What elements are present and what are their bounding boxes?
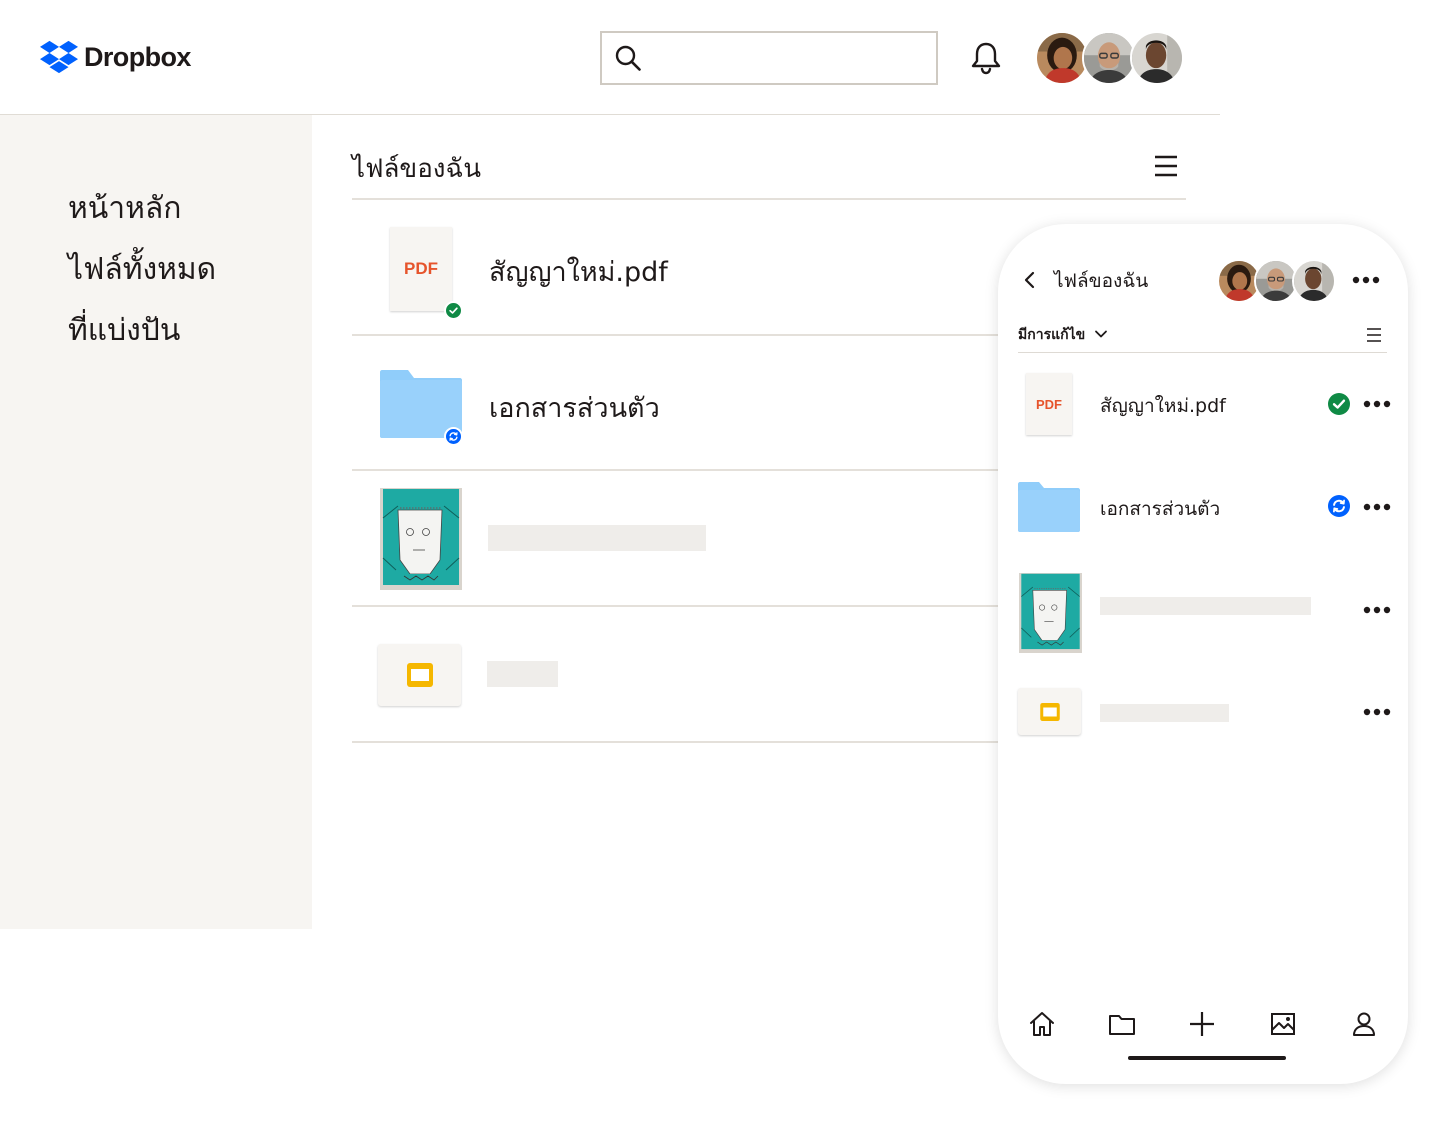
slides-file-icon xyxy=(378,644,461,706)
avatar-woman[interactable] xyxy=(1035,31,1089,85)
dropbox-logo[interactable]: Dropbox xyxy=(40,40,191,74)
search-icon xyxy=(615,45,641,71)
sidebar: หน้าหลัก ไฟล์ทั้งหมด ที่แบ่งปัน xyxy=(0,115,312,929)
file-name-placeholder xyxy=(1100,597,1311,615)
file-name-placeholder xyxy=(488,525,706,551)
mobile-app-frame: ไฟล์ของฉัน มีการแก้ไข PDF สัญญาใหม่.pdf xyxy=(998,224,1408,1084)
folder-name: เอกสารส่วนตัว xyxy=(1100,498,1221,520)
dropbox-wordmark: Dropbox xyxy=(84,41,191,72)
more-options-icon[interactable] xyxy=(1352,276,1380,284)
avatar-man[interactable] xyxy=(1292,259,1336,303)
file-name-placeholder xyxy=(1100,704,1229,722)
page-title: ไฟล์ของฉัน xyxy=(352,154,481,184)
mobile-page-title: ไฟล์ของฉัน xyxy=(1054,270,1149,292)
image-thumbnail xyxy=(380,488,462,590)
list-view-icon[interactable] xyxy=(1153,153,1179,179)
dropbox-logo-icon xyxy=(40,40,78,74)
home-icon[interactable] xyxy=(1028,1010,1056,1038)
pdf-file-icon: PDF xyxy=(390,227,452,311)
photos-icon[interactable] xyxy=(1269,1010,1297,1038)
row-divider xyxy=(352,741,998,743)
sidebar-item-all-files[interactable]: ไฟล์ทั้งหมด xyxy=(68,246,216,293)
sidebar-item-home[interactable]: หน้าหลัก xyxy=(68,185,181,232)
syncing-icon xyxy=(1328,495,1350,517)
mobile-list-divider xyxy=(1018,352,1387,353)
home-indicator xyxy=(1128,1056,1286,1060)
slides-icon xyxy=(1039,702,1060,721)
file-more-options-icon[interactable] xyxy=(1363,503,1391,511)
folder-name[interactable]: เอกสารส่วนตัว xyxy=(489,386,660,429)
row-divider xyxy=(352,469,998,471)
avatar-man[interactable] xyxy=(1130,31,1184,85)
image-thumbnail xyxy=(1019,573,1082,653)
back-arrow-icon[interactable] xyxy=(1020,270,1040,290)
file-more-options-icon[interactable] xyxy=(1363,400,1391,408)
folder-icon xyxy=(1018,482,1080,532)
avatar-man-glasses[interactable] xyxy=(1082,31,1136,85)
bell-icon[interactable] xyxy=(968,40,1004,76)
sidebar-item-shared[interactable]: ที่แบ่งปัน xyxy=(68,307,180,354)
list-header-divider xyxy=(352,198,1186,200)
file-name[interactable]: สัญญาใหม่.pdf xyxy=(489,250,668,293)
pdf-file-icon: PDF xyxy=(1026,373,1072,435)
file-name: สัญญาใหม่.pdf xyxy=(1100,395,1226,417)
sort-label[interactable]: มีการแก้ไข xyxy=(1018,324,1085,346)
list-view-icon[interactable] xyxy=(1365,326,1383,344)
synced-check-icon xyxy=(444,301,463,320)
row-divider xyxy=(352,605,998,607)
file-more-options-icon[interactable] xyxy=(1363,708,1391,716)
search-input[interactable] xyxy=(600,31,938,85)
folder-icon[interactable] xyxy=(1108,1010,1136,1038)
chevron-down-icon[interactable] xyxy=(1094,327,1108,341)
plus-icon[interactable] xyxy=(1188,1010,1216,1038)
synced-check-icon xyxy=(1328,393,1350,415)
file-name-placeholder xyxy=(487,661,558,687)
slides-icon xyxy=(406,663,433,687)
row-divider xyxy=(352,334,998,336)
account-icon[interactable] xyxy=(1350,1010,1378,1038)
slides-file-icon xyxy=(1018,688,1081,735)
file-more-options-icon[interactable] xyxy=(1363,606,1391,614)
syncing-icon xyxy=(444,427,463,446)
